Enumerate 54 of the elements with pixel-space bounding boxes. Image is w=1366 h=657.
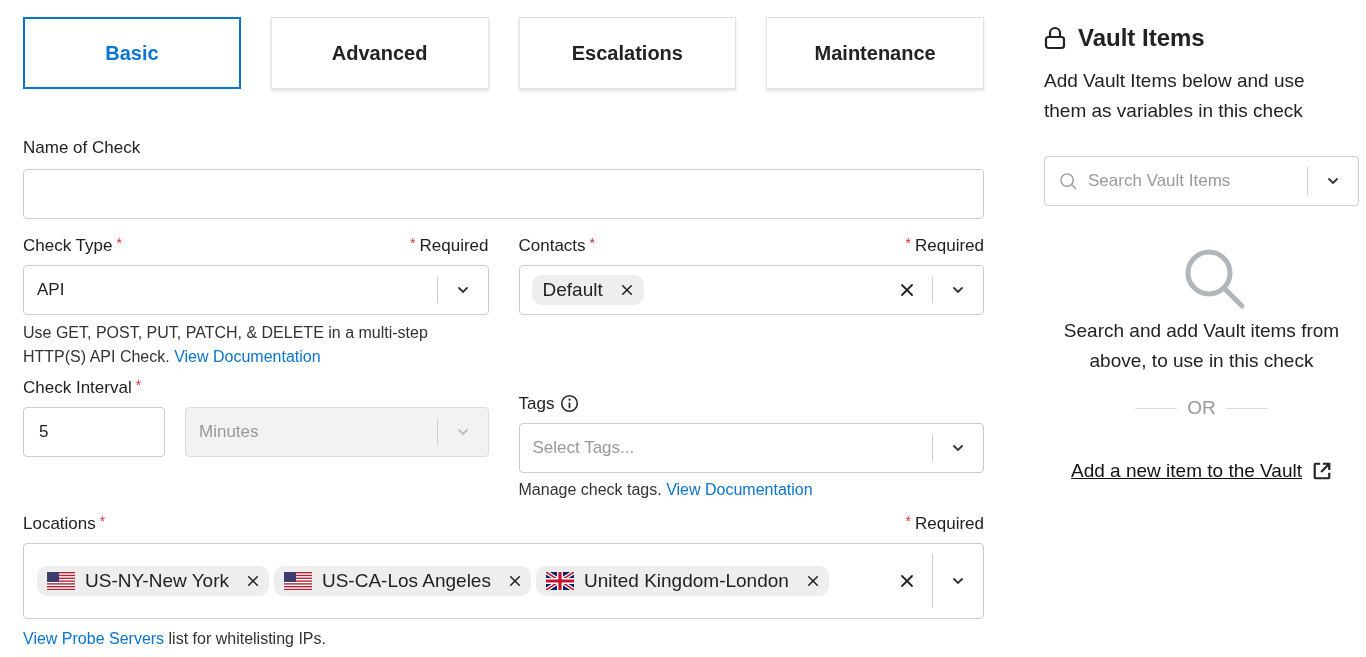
tab[interactable]: Maintenance <box>766 17 984 89</box>
required-note: Required <box>915 234 984 257</box>
empty-state-text: Search and add Vault items from above, to use in this check <box>1062 319 1341 373</box>
required-asterisk: * <box>99 511 106 531</box>
clear-icon[interactable] <box>900 573 914 588</box>
required-asterisk: * <box>905 511 911 531</box>
divider-label: OR <box>1187 396 1216 420</box>
tab[interactable]: Escalations <box>518 17 737 89</box>
field-label: Check Interval <box>23 376 132 399</box>
search-icon <box>1183 248 1246 310</box>
locations-select[interactable]: US-NY-New York US-CA-Los Angeles United Kingdom-London <box>23 542 984 619</box>
remove-icon[interactable] <box>806 574 819 587</box>
probe-servers-link[interactable]: View Probe Servers <box>23 629 165 647</box>
required-note: Required <box>419 234 489 257</box>
name-input-field[interactable] <box>23 168 984 219</box>
required-asterisk: * <box>116 233 122 253</box>
panel-title: Vault Items <box>1078 23 1205 53</box>
field-label: Check Type <box>23 234 113 257</box>
required-asterisk: * <box>589 233 596 253</box>
flag-icon <box>283 571 312 590</box>
field-label: Contacts <box>518 234 586 257</box>
documentation-link[interactable]: View Documentation <box>666 480 813 498</box>
location-chip[interactable]: US-NY-New York <box>37 565 269 596</box>
panel-description: Add Vault Items below and use them as variables in this check <box>1044 69 1306 123</box>
info-icon[interactable] <box>560 394 580 413</box>
contacts-select[interactable]: Default <box>518 264 984 315</box>
clear-icon[interactable] <box>900 282 914 297</box>
help-text: Manage check tags. View Documentation <box>518 479 814 500</box>
lock-icon <box>1044 26 1066 50</box>
field-label: Tags <box>518 392 555 415</box>
required-asterisk: * <box>410 233 416 253</box>
tab[interactable]: Basic <box>23 17 241 89</box>
external-link-icon <box>1311 460 1332 481</box>
field-label: Locations <box>23 512 96 535</box>
help-text: Use GET, POST, PUT, PATCH, & DELETE in a multi-step HTTP(S) API Check. View Documentation <box>23 322 429 367</box>
remove-icon[interactable] <box>246 574 259 587</box>
location-chip[interactable]: United Kingdom-London <box>535 565 829 596</box>
tab[interactable]: Advanced <box>270 17 489 89</box>
remove-icon[interactable] <box>508 574 521 587</box>
add-vault-item-link[interactable]: Add a new item to the Vault <box>1071 456 1332 485</box>
documentation-link[interactable]: View Documentation <box>174 347 321 365</box>
interval-input-field[interactable]: 5 <box>23 406 165 457</box>
field-label: Name of Check <box>23 137 142 159</box>
flag-icon <box>545 571 574 590</box>
flag-icon <box>47 571 75 590</box>
location-chip[interactable]: US-CA-Los Angeles <box>273 565 531 596</box>
remove-icon[interactable] <box>620 283 633 296</box>
contact-chip[interactable]: Default <box>531 274 644 305</box>
required-note: Required <box>915 512 984 535</box>
search-icon <box>1059 171 1078 191</box>
check-type-select[interactable]: API <box>23 264 489 315</box>
help-text: View Probe Servers list for whitelisting IPs. <box>23 628 327 649</box>
required-asterisk: * <box>905 233 911 253</box>
required-asterisk: * <box>135 375 142 395</box>
